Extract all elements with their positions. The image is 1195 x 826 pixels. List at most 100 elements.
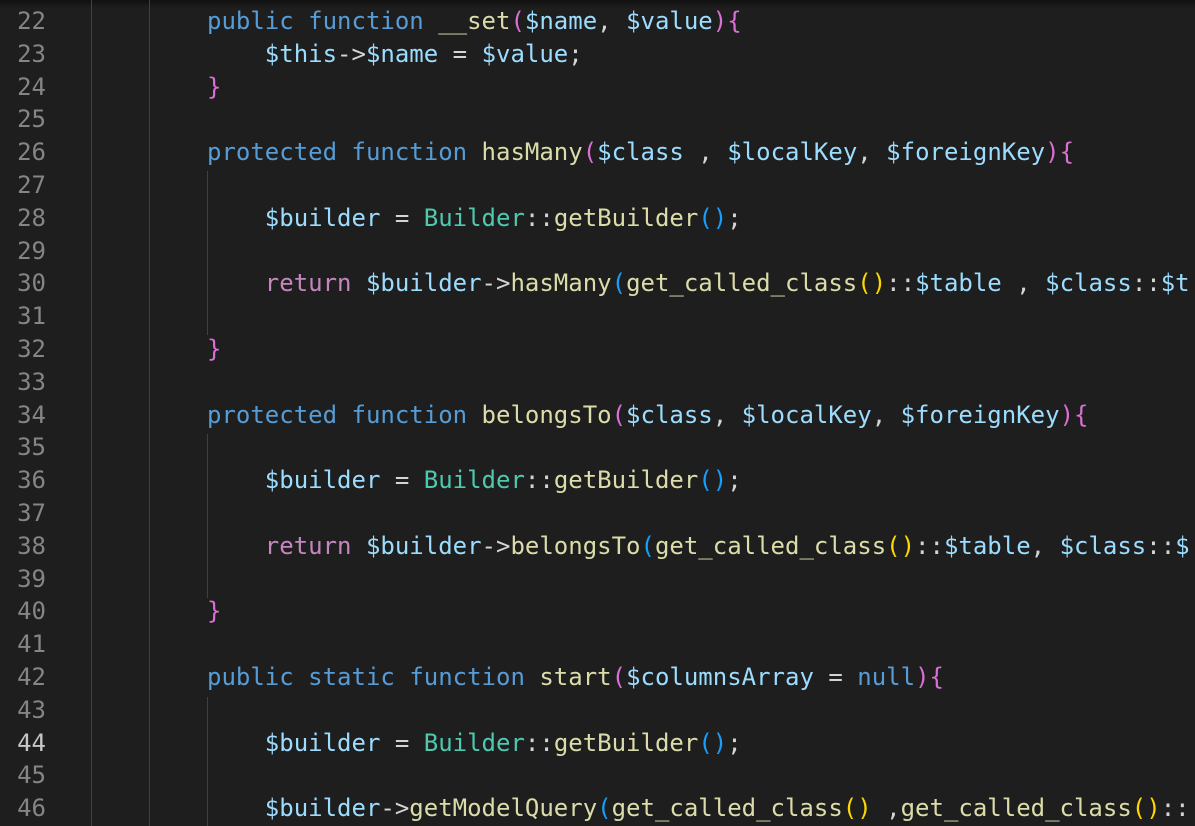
code-token: null xyxy=(857,663,916,691)
code-token: $builder xyxy=(264,466,381,495)
code-text[interactable]: public function __set($name, $value){ xyxy=(207,5,742,38)
code-token: } xyxy=(207,72,222,101)
code-line[interactable]: 44 $builder = Builder::getBuilder(); xyxy=(0,727,1195,760)
code-text[interactable]: protected function hasMany($class , $loc… xyxy=(207,136,1074,169)
code-line[interactable]: 31 xyxy=(0,300,1195,333)
code-token: Builder xyxy=(423,466,525,495)
code-text[interactable]: return $builder->belongsTo(get_called_cl… xyxy=(207,530,1190,563)
code-line[interactable]: 37 xyxy=(0,497,1195,530)
line-number: 27 xyxy=(17,171,46,199)
code-line[interactable]: 26 protected function hasMany($class , $l… xyxy=(0,136,1195,169)
code-token: = xyxy=(380,203,424,232)
code-token: getBuilder xyxy=(553,728,699,757)
code-token: :: xyxy=(1146,531,1176,560)
code-text[interactable]: public static function start($columnsArr… xyxy=(207,661,944,694)
code-line[interactable]: 40} xyxy=(0,595,1195,628)
code-line[interactable]: 22 public function __set($name, $value){ xyxy=(0,5,1195,38)
code-line[interactable]: 43 xyxy=(0,694,1195,727)
code-token: getBuilder xyxy=(553,466,699,495)
code-text[interactable]: } xyxy=(207,333,221,366)
code-line[interactable]: 25 xyxy=(0,103,1195,136)
code-token: public xyxy=(207,7,294,35)
code-token: getModelQuery xyxy=(409,794,598,823)
code-token: $builder xyxy=(365,531,482,560)
code-text[interactable]: $builder->getModelQuery(get_called_class… xyxy=(207,792,1190,825)
line-number: 23 xyxy=(17,39,46,68)
code-line[interactable]: 46 $builder->getModelQuery(get_called_cl… xyxy=(0,792,1195,825)
code-editor[interactable]: 22 public function __set($name, $value){2… xyxy=(0,0,1195,826)
code-token: $value xyxy=(481,39,569,68)
code-text[interactable]: $builder = Builder::getBuilder(); xyxy=(207,202,742,235)
code-line[interactable]: 45 xyxy=(0,759,1195,792)
line-number: 33 xyxy=(17,367,46,396)
code-token: get_called_class xyxy=(611,794,843,823)
code-token: return xyxy=(264,531,352,560)
code-token: :: xyxy=(915,531,944,560)
code-line[interactable]: 39 xyxy=(0,563,1195,596)
code-token: $foreignKey xyxy=(886,138,1046,167)
code-token: hasMany xyxy=(481,138,583,167)
line-number: 26 xyxy=(17,138,46,167)
code-token: :: xyxy=(524,466,554,495)
code-token: , xyxy=(597,7,627,35)
code-token: ( xyxy=(611,400,627,429)
code-token: -> xyxy=(337,39,366,68)
code-token: Builder xyxy=(423,203,525,232)
line-number: 43 xyxy=(17,695,46,724)
code-token: $this xyxy=(264,39,338,68)
code-token: , xyxy=(871,794,901,823)
code-line[interactable]: 35 xyxy=(0,431,1195,464)
code-text[interactable]: protected function belongsTo($class, $lo… xyxy=(207,399,1088,432)
code-line[interactable]: 34 protected function belongsTo($class, $… xyxy=(0,399,1195,432)
code-token: ( xyxy=(611,269,627,298)
code-text[interactable]: $builder = Builder::getBuilder(); xyxy=(207,464,742,497)
code-line[interactable]: 30 return $builder->hasMany(get_called_c… xyxy=(0,267,1195,300)
line-number: 35 xyxy=(17,433,46,462)
code-token: ( xyxy=(597,794,612,823)
code-line[interactable]: 41 xyxy=(0,628,1195,661)
code-token: ; xyxy=(568,39,583,68)
code-token: return xyxy=(264,269,352,298)
code-token: } xyxy=(207,335,222,363)
code-text[interactable]: $this->$name = $value; xyxy=(207,38,583,71)
code-token: () xyxy=(857,269,887,298)
code-token: , xyxy=(1001,269,1046,298)
code-line[interactable]: 42 public static function start($columnsA… xyxy=(0,661,1195,694)
code-text[interactable]: } xyxy=(207,71,221,104)
code-token: __set xyxy=(438,7,511,35)
code-token: ( xyxy=(611,663,627,691)
code-token: ( xyxy=(510,7,525,35)
code-line[interactable]: 23 $this->$name = $value; xyxy=(0,38,1195,71)
code-line[interactable]: 33 xyxy=(0,366,1195,399)
code-token: ){ xyxy=(915,663,944,691)
code-line[interactable]: 32} xyxy=(0,333,1195,366)
code-line[interactable]: 27 xyxy=(0,169,1195,202)
code-line[interactable]: 29 xyxy=(0,235,1195,268)
code-token: = xyxy=(380,466,424,495)
code-line[interactable]: 24} xyxy=(0,71,1195,104)
code-token: getBuilder xyxy=(553,203,699,232)
code-text[interactable]: $builder = Builder::getBuilder(); xyxy=(207,727,742,760)
code-line[interactable]: 36 $builder = Builder::getBuilder(); xyxy=(0,464,1195,497)
code-text[interactable]: return $builder->hasMany(get_called_clas… xyxy=(207,267,1190,300)
code-token: belongsTo xyxy=(481,400,612,429)
code-line[interactable]: 28 $builder = Builder::getBuilder(); xyxy=(0,202,1195,235)
line-number: 32 xyxy=(17,335,46,363)
code-token: ; xyxy=(727,466,742,495)
code-text[interactable]: } xyxy=(207,595,221,628)
line-number: 41 xyxy=(17,630,46,659)
line-number: 40 xyxy=(17,597,46,626)
code-line[interactable]: 38 return $builder->belongsTo(get_called… xyxy=(0,530,1195,563)
code-token: $table xyxy=(943,531,1031,560)
